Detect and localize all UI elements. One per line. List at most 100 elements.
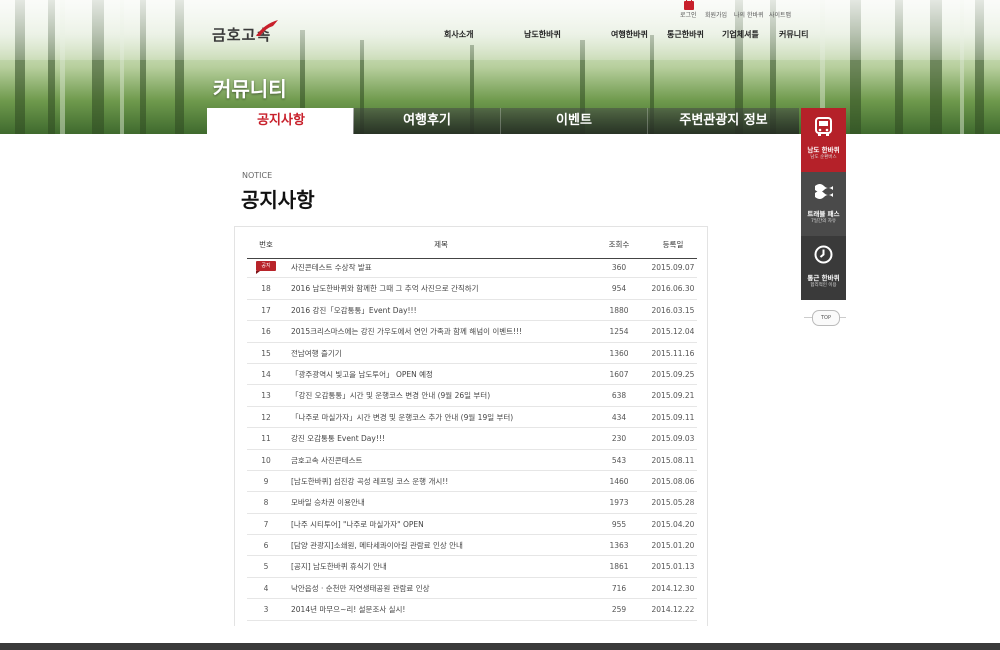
row-title-link[interactable]: 「광주광역시 빛고을 남도투어」 OPEN 예정 — [291, 364, 591, 385]
row-title-link[interactable]: 모바일 승차권 이용안내 — [291, 492, 591, 513]
tab-attractions[interactable]: 주변관광지 정보 — [647, 108, 799, 134]
table-row[interactable]: 11 강진 오감통통 Event Day!!! 230 2015.09.03 — [247, 428, 697, 450]
section-label: NOTICE — [242, 171, 273, 180]
row-date: 2015.09.25 — [651, 369, 695, 379]
col-title: 제목 — [434, 240, 448, 249]
footer-bar — [0, 643, 1000, 650]
table-row[interactable]: 9 [남도한바퀴] 섬진강 곡성 레프팅 코스 운행 개시!! 1460 2015.0… — [247, 471, 697, 493]
row-title-link[interactable]: 2014년 마무으~리! 설문조사 실시! — [291, 599, 591, 620]
table-row[interactable]: 8 모바일 승차권 이용안내 1973 2015.05.28 — [247, 492, 697, 514]
gnb-item-travel[interactable]: 여행한바퀴 — [611, 29, 648, 40]
row-number: 3 — [263, 605, 269, 615]
row-views: 1254 — [609, 327, 629, 337]
col-no: 번호 — [259, 240, 273, 249]
table-row[interactable]: 4 낙안읍성 · 순천만 자연생태공원 관람료 인상 716 2014.12.30 — [247, 578, 697, 600]
row-title-link[interactable]: 낙안읍성 · 순천만 자연생태공원 관람료 인상 — [291, 578, 591, 599]
quick-sub: 남도 순환버스 — [810, 155, 837, 160]
row-views: 1460 — [609, 476, 629, 486]
row-title-link[interactable]: [나주 시티투어] "나주로 마실가자" OPEN — [291, 514, 591, 535]
util-join[interactable]: 회원가입 — [705, 10, 727, 19]
table-row[interactable]: 13 「강진 오감통통」시간 및 운행코스 변경 안내 (9월 26일 부터) 63… — [247, 385, 697, 407]
quick-label: 남도 한바퀴 — [807, 146, 840, 154]
row-title-link[interactable]: 2015크리스마스에는 강진 가우도에서 연인 가족과 함께 해넘이 이벤트!!… — [291, 321, 591, 342]
row-number: 12 — [261, 412, 271, 422]
table-row[interactable]: 3 2014년 마무으~리! 설문조사 실시! 259 2014.12.22 — [247, 599, 697, 621]
row-title-link[interactable]: 사진콘테스트 수상작 발표 — [291, 257, 591, 278]
table-row[interactable]: 10 금호고속 사진콘테스트 543 2015.08.11 — [247, 450, 697, 471]
table-header: 번호 제목 조회수 등록일 — [247, 232, 697, 259]
row-date: 2015.01.13 — [651, 562, 695, 572]
row-number: 10 — [261, 455, 271, 465]
table-row[interactable]: 14 「광주광역시 빛고을 남도투어」 OPEN 예정 1607 2015.09.25 — [247, 364, 697, 386]
row-title-link[interactable]: 2016 강진「오감통통」Event Day!!! — [291, 300, 591, 321]
tab-notice[interactable]: 공지사항 — [207, 108, 354, 134]
table-row[interactable]: 16 2015크리스마스에는 강진 가우도에서 연인 가족과 함께 해넘이 이벤트… — [247, 321, 697, 343]
row-views: 360 — [611, 263, 627, 272]
util-sitemap[interactable]: 사이트맵 — [769, 10, 791, 19]
row-title-link[interactable]: [남도한바퀴] 섬진강 곡성 레프팅 코스 운행 개시!! — [291, 471, 591, 492]
row-date: 2015.12.04 — [651, 327, 695, 337]
row-title-link[interactable]: 「나주로 마실가자」시간 변경 및 운행코스 추가 안내 (9월 19일 부터) — [291, 407, 591, 428]
lock-icon — [684, 0, 694, 10]
util-login[interactable]: 로그인 — [680, 10, 697, 19]
row-date: 2016.06.30 — [651, 284, 695, 294]
logo-swoosh-icon — [256, 20, 278, 36]
row-title-link[interactable]: [공지] 남도한바퀴 휴식기 안내 — [291, 556, 591, 577]
table-row[interactable]: 7 [나주 시티투어] "나주로 마실가자" OPEN 955 2015.04.20 — [247, 514, 697, 536]
table-row[interactable]: 5 [공지] 남도한바퀴 휴식기 안내 1861 2015.01.13 — [247, 556, 697, 578]
quick-label: 통근 한바퀴 — [807, 274, 840, 282]
row-title-link[interactable]: 전남여행 즐기기 — [291, 343, 591, 364]
table-row[interactable]: 17 2016 강진「오감통통」Event Day!!! 1880 2016.03.1… — [247, 300, 697, 322]
quick-sub: 7일간의 자유 — [811, 219, 836, 224]
row-views: 230 — [611, 434, 627, 444]
quick-travel-pass[interactable]: 트래블 패스 7일간의 자유 — [801, 172, 846, 236]
table-row[interactable]: 6 [담양 관광지]소쇄원, 메타세콰이아길 관람료 인상 안내 1363 2015.… — [247, 535, 697, 557]
row-title-link[interactable]: [담양 관광지]소쇄원, 메타세콰이아길 관람료 인상 안내 — [291, 535, 591, 556]
gnb-item-company[interactable]: 회사소개 — [444, 29, 473, 40]
tab-event[interactable]: 이벤트 — [500, 108, 647, 134]
row-date: 2016.03.15 — [651, 305, 695, 315]
row-views: 1360 — [609, 348, 629, 358]
table-row[interactable]: 18 2016 남도한바퀴와 함께한 그때 그 추억 사진으로 간직하기 954 20… — [247, 278, 697, 300]
row-views: 543 — [611, 455, 627, 465]
row-date: 2015.04.20 — [651, 519, 695, 529]
gnb-item-namdo[interactable]: 남도한바퀴 — [524, 29, 561, 40]
quick-commute[interactable]: 통근 한바퀴 합리적인 이용 — [801, 236, 846, 300]
row-views: 955 — [611, 519, 627, 529]
row-views: 638 — [611, 391, 627, 401]
top-button[interactable]: TOP — [812, 310, 840, 326]
notice-badge: 공지 — [256, 261, 276, 274]
wave-icon — [815, 184, 833, 199]
tab-review[interactable]: 여행후기 — [353, 108, 500, 134]
row-number: 7 — [263, 519, 269, 529]
row-number: 13 — [261, 391, 271, 401]
table-body: 공지 사진콘테스트 수상작 발표 360 2015.09.07 18 2016 남도한바퀴… — [247, 257, 697, 621]
row-title-link[interactable]: 금호고속 사진콘테스트 — [291, 450, 591, 471]
row-number: 18 — [261, 284, 271, 294]
quick-label: 트래블 패스 — [807, 210, 840, 218]
gnb-item-shuttle[interactable]: 기업체셔틀 — [722, 29, 759, 40]
row-views: 1607 — [609, 369, 629, 379]
table-row[interactable]: 공지 사진콘테스트 수상작 발표 360 2015.09.07 — [247, 257, 697, 279]
row-date: 2015.09.03 — [651, 434, 695, 444]
row-title-link[interactable]: 2016 남도한바퀴와 함께한 그때 그 추억 사진으로 간직하기 — [291, 278, 591, 299]
row-views: 1363 — [609, 541, 629, 551]
row-views: 716 — [611, 583, 627, 593]
row-date: 2015.08.06 — [651, 476, 695, 486]
row-number: 11 — [261, 434, 271, 444]
row-date: 2015.05.28 — [651, 498, 695, 508]
row-number: 5 — [263, 562, 269, 572]
table-row[interactable]: 15 전남여행 즐기기 1360 2015.11.16 — [247, 343, 697, 364]
row-number: 9 — [263, 476, 269, 486]
row-date: 2015.01.20 — [651, 541, 695, 551]
page-title: 커뮤니티 — [213, 77, 287, 101]
sub-tabs: 공지사항 여행후기 이벤트 주변관광지 정보 — [207, 108, 799, 134]
row-title-link[interactable]: 「강진 오감통통」시간 및 운행코스 변경 안내 (9월 26일 부터) — [291, 385, 591, 406]
gnb-item-community[interactable]: 커뮤니티 — [779, 29, 808, 40]
util-my[interactable]: 나의 한바퀴 — [734, 10, 764, 19]
quick-namdo[interactable]: 남도 한바퀴 남도 순환버스 — [801, 108, 846, 172]
table-row[interactable]: 12 「나주로 마실가자」시간 변경 및 운행코스 추가 안내 (9월 19일 부… — [247, 407, 697, 429]
gnb-item-commute[interactable]: 통근한바퀴 — [667, 29, 704, 40]
bus-icon — [815, 117, 832, 136]
row-title-link[interactable]: 강진 오감통통 Event Day!!! — [291, 428, 591, 449]
